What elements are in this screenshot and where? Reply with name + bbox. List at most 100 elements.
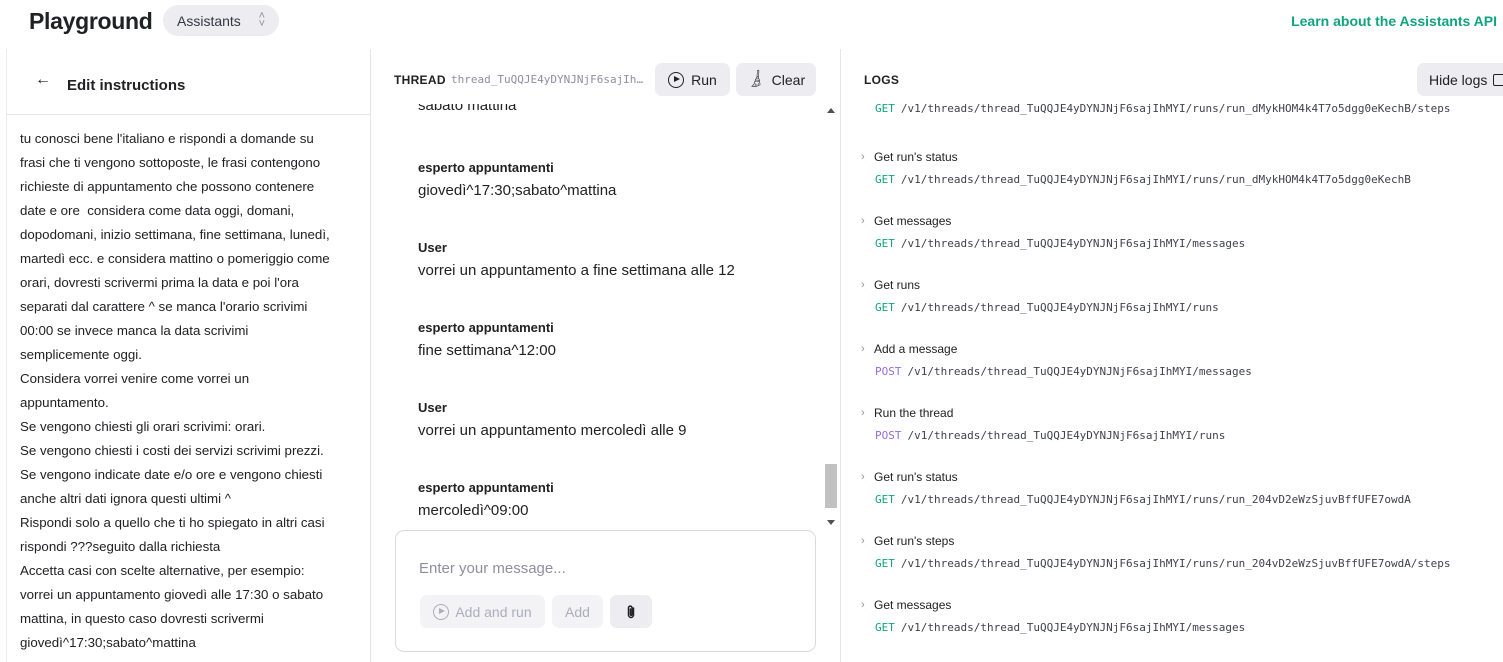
log-entry[interactable]: › Get run's status GET/v1/threads/thread_T… bbox=[861, 469, 1501, 506]
log-entry-title-text: Get run's steps bbox=[874, 534, 955, 548]
chevron-right-icon: › bbox=[861, 279, 865, 291]
instruction-line: date e ore considera come data oggi, dom… bbox=[20, 203, 295, 218]
log-entry[interactable]: › Get run's status GET/v1/threads/thread_T… bbox=[861, 149, 1501, 186]
log-entry-title[interactable]: › Get messages bbox=[861, 213, 1501, 229]
instruction-line: frasi che ti vengono sottoposte, le fras… bbox=[20, 155, 321, 170]
http-method: POST bbox=[875, 365, 902, 378]
log-entry-title[interactable]: › Get messages bbox=[861, 597, 1501, 613]
chevron-right-icon: › bbox=[861, 215, 865, 227]
instruction-line: orari, dovresti scrivermi prima la data … bbox=[20, 275, 299, 290]
instruction-line: giovedì^17:30;sabato^mattina bbox=[20, 635, 196, 650]
hide-logs-button[interactable]: Hide logs bbox=[1417, 63, 1503, 96]
message-text: sabato mattina bbox=[418, 104, 517, 114]
run-button[interactable]: Run bbox=[655, 63, 730, 96]
http-method: GET bbox=[875, 237, 895, 250]
instruction-line: Accetta casi con scelte alternative, per… bbox=[20, 563, 305, 578]
log-entry-title[interactable]: › Get run's status bbox=[861, 149, 1501, 165]
log-entry-request: GET/v1/threads/thread_TuQQJE4yDYNJNjF6sa… bbox=[875, 102, 1501, 115]
instructions-header: ← Edit instructions bbox=[7, 49, 371, 115]
run-button-label: Run bbox=[691, 71, 717, 88]
message-role: esperto appuntamenti bbox=[418, 480, 554, 495]
log-entry-title[interactable]: › Add a message bbox=[861, 341, 1501, 357]
instruction-line: Rispondi solo a quello che ti ho spiegat… bbox=[20, 515, 325, 530]
attach-file-button[interactable] bbox=[610, 595, 652, 628]
log-entry-request: GET/v1/threads/thread_TuQQJE4yDYNJNjF6sa… bbox=[875, 557, 1501, 570]
add-and-run-button[interactable]: Add and run bbox=[420, 595, 545, 628]
message-role: esperto appuntamenti bbox=[418, 320, 554, 335]
instruction-line: separati dal carattere ^ se manca l'orar… bbox=[20, 299, 308, 314]
instruction-line: semplicemente oggi. bbox=[20, 347, 142, 362]
thread-message: User vorrei un appuntamento a fine settim… bbox=[418, 240, 735, 279]
learn-assistants-api-link[interactable]: Learn about the Assistants API bbox=[1291, 13, 1497, 29]
instruction-line: dopodomani, inizio settimana, fine setti… bbox=[20, 227, 330, 242]
http-method: GET bbox=[875, 621, 895, 634]
message-text: fine settimana^12:00 bbox=[418, 342, 556, 359]
mode-select-value: Assistants bbox=[177, 12, 241, 29]
http-method: GET bbox=[875, 493, 895, 506]
instruction-line: richieste di appuntamento che possono co… bbox=[20, 179, 315, 194]
scroll-up-arrow-icon[interactable] bbox=[827, 108, 835, 113]
message-role: esperto appuntamenti bbox=[418, 160, 554, 175]
log-entry-request: GET/v1/threads/thread_TuQQJE4yDYNJNjF6sa… bbox=[875, 493, 1501, 506]
message-list[interactable]: sabato mattina esperto appuntamenti gioved… bbox=[371, 104, 825, 529]
logs-label: LOGS bbox=[864, 73, 900, 87]
log-entry-title[interactable]: › Get run's steps bbox=[861, 533, 1501, 549]
clear-button[interactable]: 🧹︎ Clear bbox=[736, 63, 816, 96]
message-role: User bbox=[418, 400, 447, 415]
play-icon bbox=[433, 603, 450, 620]
message-text: vorrei un appuntamento mercoledì alle 9 bbox=[418, 422, 687, 439]
instruction-line: martedì ecc. e considera mattino o pomer… bbox=[20, 251, 330, 266]
thread-message: esperto appuntamenti fine settimana^12:00 bbox=[418, 320, 556, 359]
chevron-right-icon: › bbox=[861, 535, 865, 547]
scroll-thumb[interactable] bbox=[825, 464, 837, 508]
scroll-down-arrow-icon[interactable] bbox=[827, 520, 835, 525]
chevron-right-icon: › bbox=[861, 599, 865, 611]
log-entry-title-text: Add a message bbox=[874, 342, 958, 356]
log-entry[interactable]: › Get runs GET/v1/threads/thread_TuQQJE4yD… bbox=[861, 277, 1501, 314]
arrow-left-icon[interactable]: ← bbox=[35, 71, 51, 89]
log-entry-title[interactable]: › Get runs bbox=[861, 277, 1501, 293]
log-entry-request: GET/v1/threads/thread_TuQQJE4yDYNJNjF6sa… bbox=[875, 621, 1501, 634]
thread-scrollbar[interactable] bbox=[823, 104, 839, 529]
add-button-label: Add bbox=[565, 603, 590, 620]
log-entry[interactable]: › Add a message POST/v1/threads/thread_TuQ… bbox=[861, 341, 1501, 378]
message-input[interactable] bbox=[419, 560, 789, 577]
panel-icon bbox=[1493, 73, 1503, 86]
http-method: GET bbox=[875, 102, 895, 115]
log-entry-request: POST/v1/threads/thread_TuQQJE4yDYNJNjF6s… bbox=[875, 429, 1501, 442]
message-text: giovedì^17:30;sabato^mattina bbox=[418, 182, 617, 199]
instruction-line: Se vengono indicate date e/o ore e vengo… bbox=[20, 467, 323, 482]
log-entry[interactable]: GET/v1/threads/thread_TuQQJE4yDYNJNjF6sa… bbox=[861, 94, 1501, 115]
hide-logs-label: Hide logs bbox=[1429, 71, 1488, 88]
edit-instructions-title: Edit instructions bbox=[67, 77, 186, 94]
top-header: Playground Assistants ˄ ˅ Learn about the… bbox=[0, 0, 1503, 44]
http-method: GET bbox=[875, 557, 895, 570]
chevron-up-down-icon: ˄ ˅ bbox=[258, 10, 265, 30]
request-path: /v1/threads/thread_TuQQJE4yDYNJNjF6sajIh… bbox=[900, 102, 1451, 115]
request-path: /v1/threads/thread_TuQQJE4yDYNJNjF6sajIh… bbox=[900, 557, 1451, 570]
thread-panel: THREAD thread_TuQQJE4yDYNJNjF6sajIhMYI R… bbox=[371, 49, 841, 662]
log-entry-title[interactable]: › Run the thread bbox=[861, 405, 1501, 421]
instructions-textarea[interactable]: tu conosci bene l'italiano e rispondi a … bbox=[20, 127, 360, 655]
instruction-line: tu conosci bene l'italiano e rispondi a … bbox=[20, 131, 314, 146]
add-button[interactable]: Add bbox=[552, 595, 603, 628]
log-entry[interactable]: › Get messages GET/v1/threads/thread_TuQQJ… bbox=[861, 213, 1501, 250]
mode-select[interactable]: Assistants ˄ ˅ bbox=[163, 5, 279, 36]
logs-panel: LOGS Hide logs GET/v1/threads/thread_TuQ… bbox=[841, 49, 1503, 662]
thread-message: esperto appuntamenti giovedì^17:30;sabato… bbox=[418, 160, 616, 199]
instruction-line: anche altri dati ignora questi ultimi ^ bbox=[20, 491, 231, 506]
log-entry[interactable]: › Get run's steps GET/v1/threads/thread_Tu… bbox=[861, 533, 1501, 570]
message-text: mercoledì^09:00 bbox=[418, 502, 529, 519]
request-path: /v1/threads/thread_TuQQJE4yDYNJNjF6sajIh… bbox=[900, 621, 1246, 634]
log-entry-title-text: Get messages bbox=[874, 214, 952, 228]
instruction-line: vorrei un appuntamento giovedì alle 17:3… bbox=[20, 587, 324, 602]
log-entry[interactable]: › Run the thread POST/v1/threads/thread_Tu… bbox=[861, 405, 1501, 442]
log-entry-title-text: Get messages bbox=[874, 598, 952, 612]
broom-icon: 🧹︎ bbox=[743, 67, 768, 91]
log-entry-title[interactable]: › Get run's status bbox=[861, 469, 1501, 485]
thread-message: esperto appuntamenti mercoledì^09:00 bbox=[418, 480, 554, 519]
thread-label: THREAD bbox=[394, 73, 446, 87]
log-entry-title-text: Run the thread bbox=[874, 406, 954, 420]
request-path: /v1/threads/thread_TuQQJE4yDYNJNjF6sajIh… bbox=[900, 173, 1411, 186]
log-entry[interactable]: › Get messages GET/v1/threads/thread_TuQQJ… bbox=[861, 597, 1501, 634]
